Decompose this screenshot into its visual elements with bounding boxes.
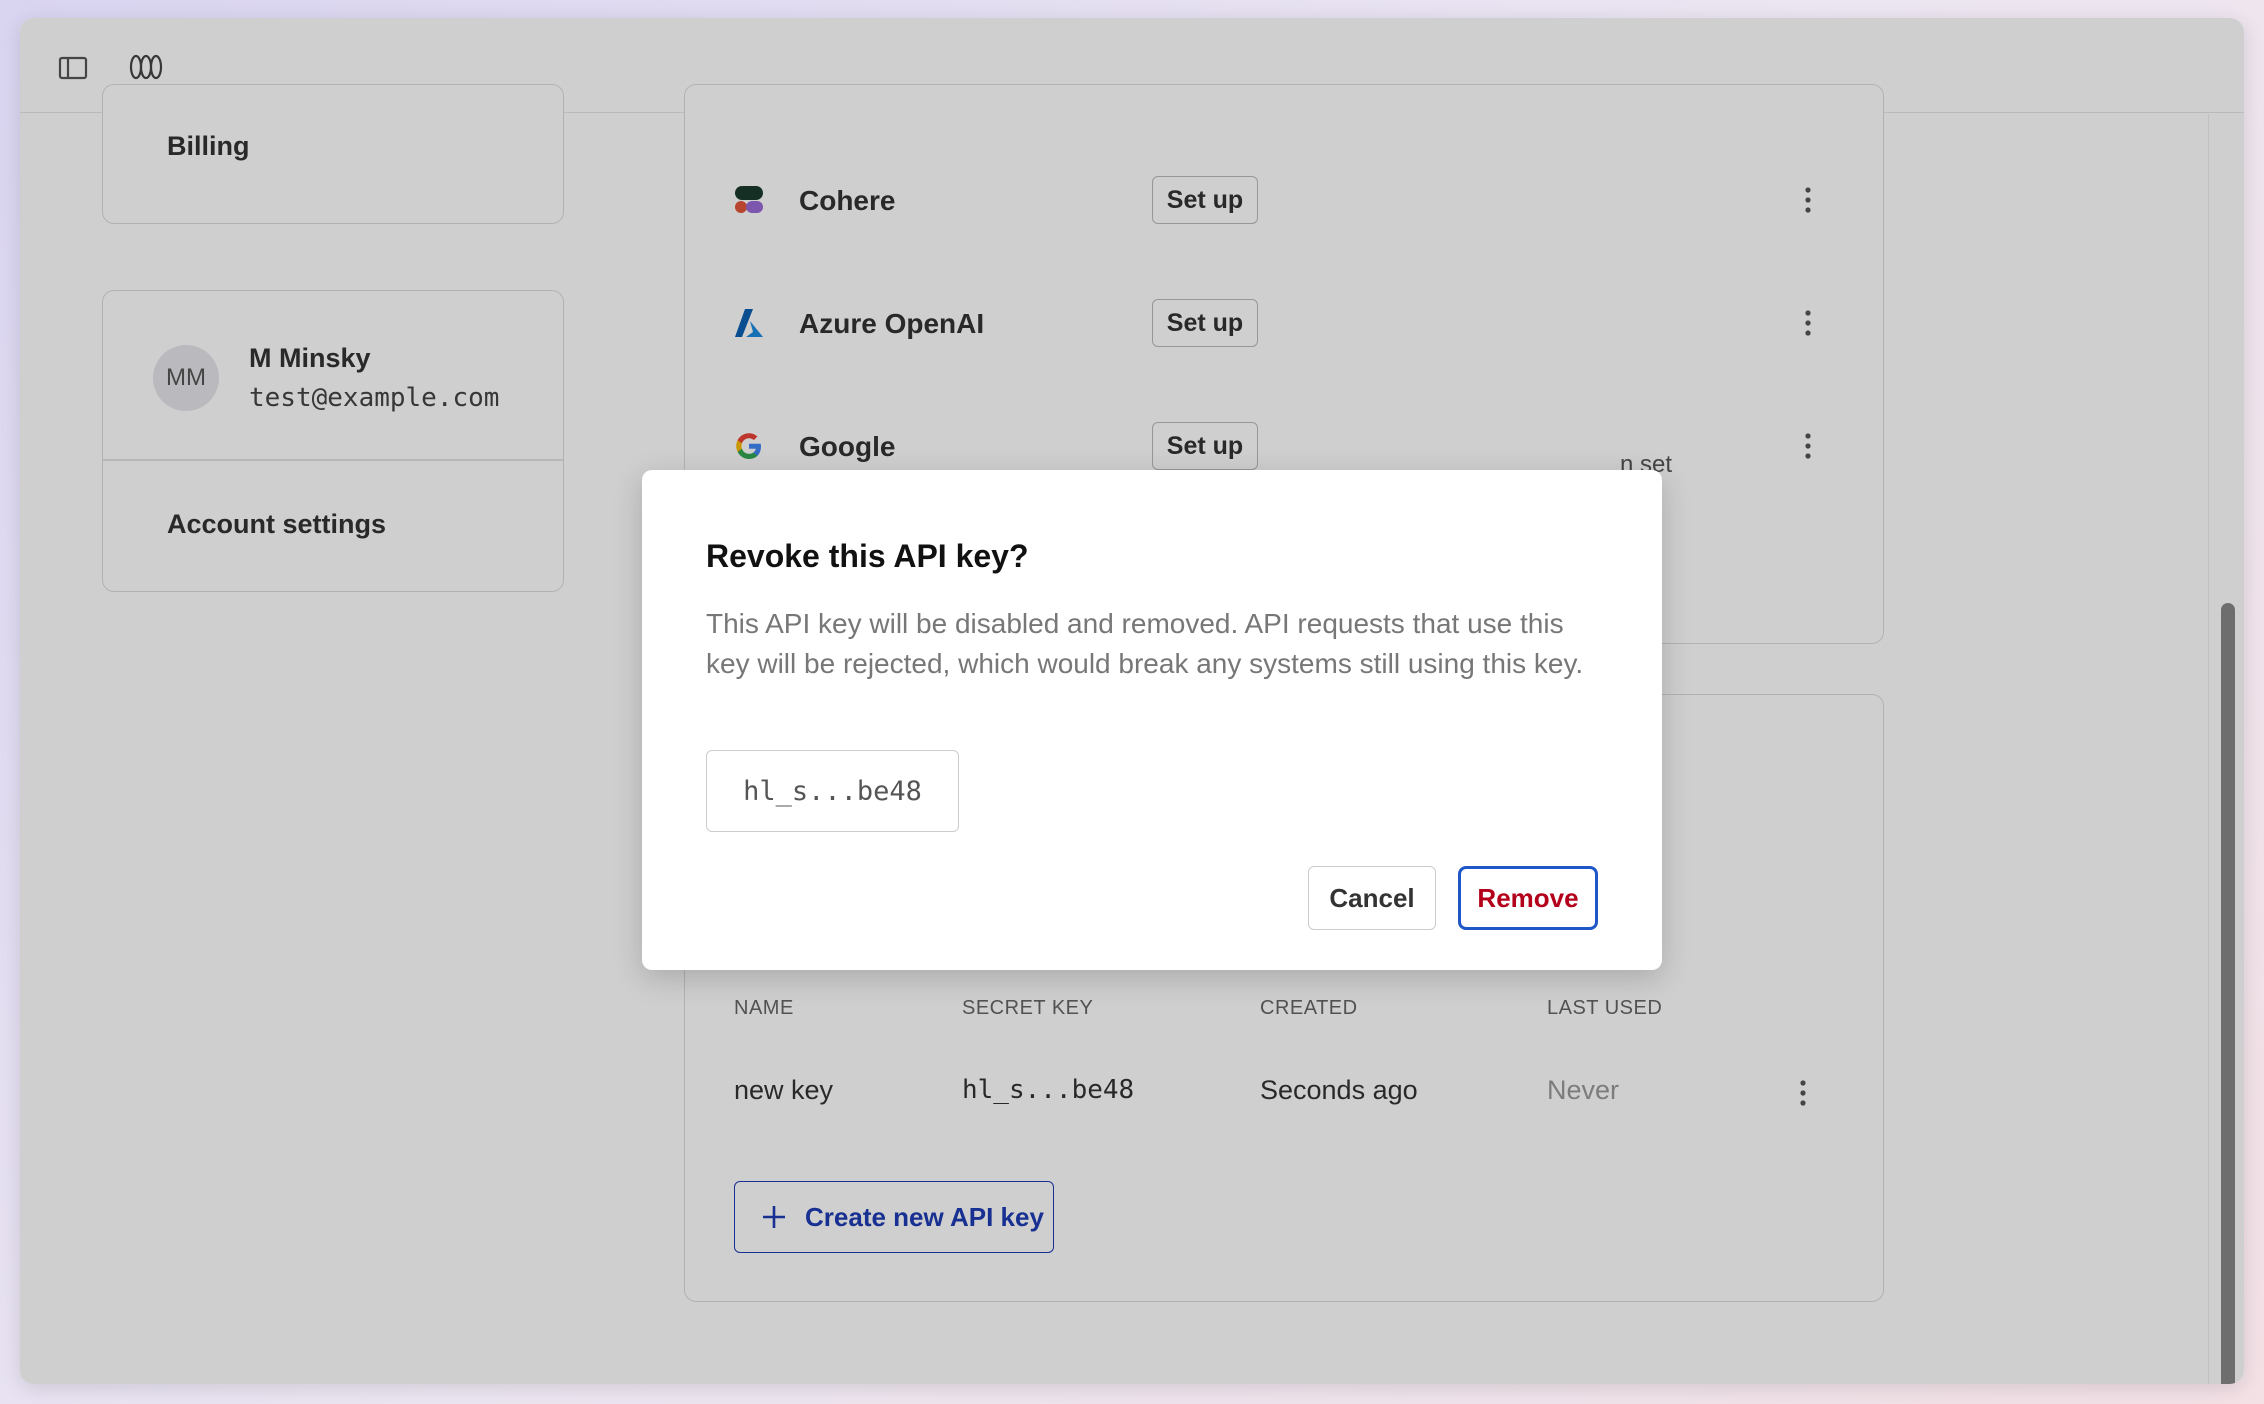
dialog-title: Revoke this API key? xyxy=(706,538,1029,574)
remove-button[interactable]: Remove xyxy=(1458,866,1598,930)
revoke-key-dialog: Revoke this API key? This API key will b… xyxy=(642,470,1662,970)
app-window: Billing MM M Minsky test@example.com Acc… xyxy=(20,18,2244,1384)
cancel-button[interactable]: Cancel xyxy=(1308,866,1436,930)
dialog-body: This API key will be disabled and remove… xyxy=(706,608,1584,679)
key-preview: hl_s...be48 xyxy=(706,750,959,832)
